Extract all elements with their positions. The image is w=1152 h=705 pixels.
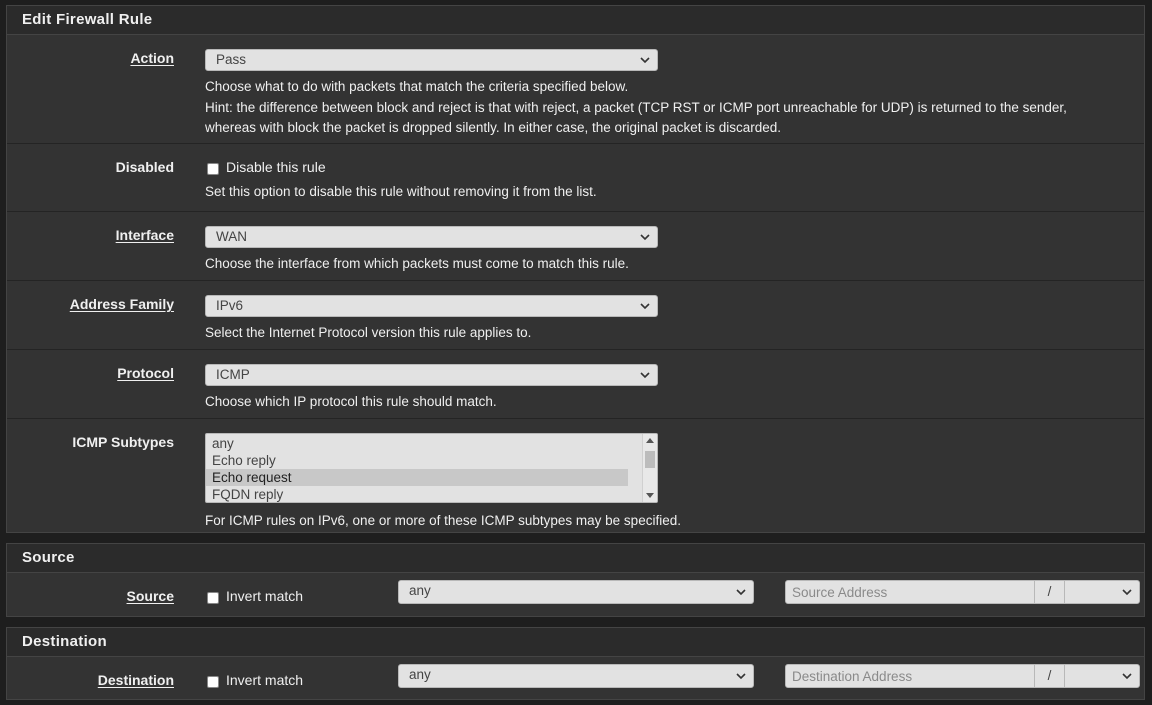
destination-address-group: /: [785, 664, 1140, 688]
protocol-select-value: ICMP: [216, 367, 250, 382]
listbox-scrollbar[interactable]: [642, 434, 657, 502]
source-invert-checkbox[interactable]: [207, 592, 219, 604]
source-panel: Source Source Invert match any /: [6, 543, 1145, 617]
source-invert-label[interactable]: Invert match: [226, 588, 303, 604]
disabled-help: Set this option to disable this rule wit…: [205, 184, 597, 199]
interface-help: Choose the interface from which packets …: [205, 256, 629, 271]
icmp-subtype-option[interactable]: FQDN reply: [206, 486, 628, 502]
chevron-down-icon: [640, 234, 650, 241]
disable-rule-checkbox[interactable]: [207, 163, 219, 175]
icmp-subtype-option[interactable]: Echo reply: [206, 452, 628, 469]
icmp-subtypes-label: ICMP Subtypes: [72, 434, 174, 450]
action-help: Choose what to do with packets that matc…: [205, 77, 1067, 139]
destination-label[interactable]: Destination: [98, 672, 174, 688]
protocol-row: Protocol ICMP Choose which IP protocol t…: [7, 350, 1144, 419]
source-type-select[interactable]: any: [398, 580, 754, 604]
action-label[interactable]: Action: [130, 50, 174, 66]
panel-title: Edit Firewall Rule: [7, 6, 1144, 35]
address-family-row: Address Family IPv6 Select the Internet …: [7, 281, 1144, 350]
source-type-value: any: [409, 583, 431, 598]
protocol-select[interactable]: ICMP: [205, 364, 658, 386]
address-family-help: Select the Internet Protocol version thi…: [205, 325, 532, 340]
arrow-down-icon[interactable]: [646, 493, 654, 498]
disable-rule-checkbox-label[interactable]: Disable this rule: [226, 159, 326, 175]
icmp-subtypes-row: ICMP Subtypes any Echo reply Echo reques…: [7, 419, 1144, 533]
address-family-label[interactable]: Address Family: [70, 296, 174, 312]
chevron-down-icon: [640, 57, 650, 64]
interface-row: Interface WAN Choose the interface from …: [7, 212, 1144, 281]
action-hint-line: whereas with block the packet is dropped…: [205, 120, 782, 135]
chevron-down-icon: [640, 303, 650, 310]
interface-label[interactable]: Interface: [116, 227, 174, 243]
chevron-down-icon: [736, 673, 746, 680]
address-family-select[interactable]: IPv6: [205, 295, 658, 317]
interface-select-value: WAN: [216, 229, 247, 244]
action-row: Action Pass Choose what to do with packe…: [7, 35, 1144, 144]
mask-separator: /: [1034, 581, 1065, 603]
action-hint-line: Hint: the difference between block and r…: [205, 99, 1067, 115]
destination-invert-label[interactable]: Invert match: [226, 672, 303, 688]
arrow-up-icon[interactable]: [646, 438, 654, 443]
action-help-line: Choose what to do with packets that matc…: [205, 79, 629, 94]
address-family-select-value: IPv6: [216, 298, 244, 313]
mask-separator: /: [1034, 665, 1065, 687]
destination-mask-select[interactable]: [1065, 665, 1139, 687]
source-address-input[interactable]: [786, 581, 1034, 603]
destination-address-input[interactable]: [786, 665, 1034, 687]
disabled-row: Disabled Disable this rule Set this opti…: [7, 144, 1144, 212]
protocol-label[interactable]: Protocol: [117, 365, 174, 381]
action-select[interactable]: Pass: [205, 49, 658, 71]
source-label[interactable]: Source: [127, 588, 174, 604]
icmp-subtype-option-selected[interactable]: Echo request: [206, 469, 628, 486]
chevron-down-icon: [1122, 673, 1132, 680]
panel-title: Destination: [7, 628, 1144, 657]
icmp-subtype-option[interactable]: any: [206, 435, 628, 452]
disabled-label: Disabled: [115, 159, 174, 175]
action-select-value: Pass: [216, 52, 247, 67]
chevron-down-icon: [736, 589, 746, 596]
chevron-down-icon: [1122, 589, 1132, 596]
source-address-group: /: [785, 580, 1140, 604]
icmp-subtypes-help: For ICMP rules on IPv6, one or more of t…: [205, 513, 681, 528]
destination-type-select[interactable]: any: [398, 664, 754, 688]
interface-select[interactable]: WAN: [205, 226, 658, 248]
destination-row: Destination Invert match any /: [7, 657, 1144, 700]
source-row: Source Invert match any /: [7, 573, 1144, 617]
chevron-down-icon: [640, 372, 650, 379]
panel-title: Source: [7, 544, 1144, 573]
destination-invert-checkbox[interactable]: [207, 676, 219, 688]
source-mask-select[interactable]: [1065, 581, 1139, 603]
destination-type-value: any: [409, 667, 431, 682]
edit-firewall-rule-panel: Edit Firewall Rule Action Pass Choose wh…: [6, 5, 1145, 533]
scrollbar-thumb[interactable]: [645, 451, 655, 468]
protocol-help: Choose which IP protocol this rule shoul…: [205, 394, 497, 409]
icmp-subtypes-listbox[interactable]: any Echo reply Echo request FQDN reply: [205, 433, 658, 503]
destination-panel: Destination Destination Invert match any…: [6, 627, 1145, 700]
